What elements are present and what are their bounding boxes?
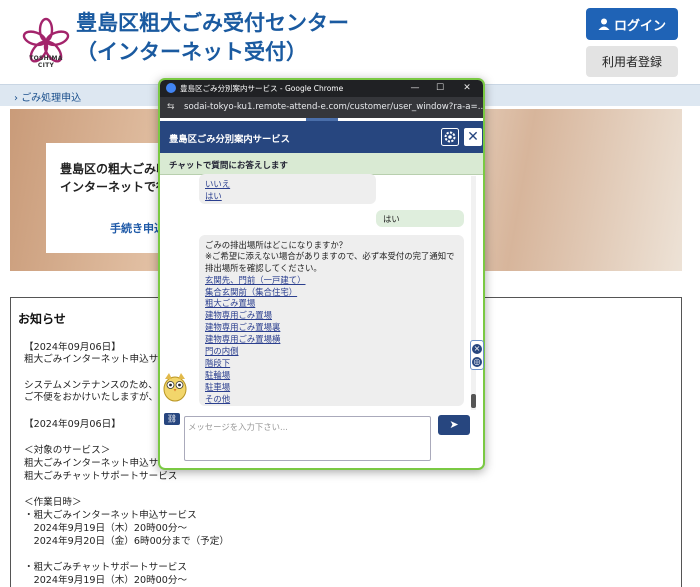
close-circle-icon[interactable]: × [472, 344, 482, 354]
notice-line: ＜対象のサービス＞ [24, 445, 111, 456]
breadcrumb-label: ごみ処理申込 [21, 93, 82, 104]
register-button[interactable]: 利用者登録 [586, 46, 678, 77]
chat-subtitle: チャットで質問にお答えします [169, 161, 288, 171]
window-close-icon[interactable]: ✕ [460, 81, 474, 95]
notice-line: 2024年9月20日（金）6時00分まで（予定） [24, 536, 229, 547]
send-icon: ➤ [449, 418, 459, 431]
breadcrumb-item[interactable]: › ごみ処理申込 [14, 89, 81, 104]
apply-link[interactable]: 手続き申込 [110, 220, 165, 236]
user-icon [598, 18, 610, 30]
link-icon[interactable]: ⛓ [164, 413, 180, 425]
chat-option-link[interactable]: はい [205, 190, 222, 202]
chat-scrollbar[interactable] [471, 176, 476, 410]
bot-question-line: 排出場所を確認してください。 [205, 263, 322, 273]
site-info-icon[interactable]: ⇆ [167, 102, 175, 112]
restore-circle-icon[interactable]: ◎ [472, 357, 482, 367]
login-label: ログイン [613, 18, 666, 34]
address-bar[interactable]: ⇆ sodai-tokyo-ku1.remote-attend-e.com/cu… [160, 97, 483, 118]
gear-icon[interactable] [441, 128, 459, 146]
side-controls: × ◎ [470, 340, 484, 370]
chat-option-link[interactable]: 建物専用ごみ置場 [205, 309, 272, 321]
notice-line: ＜作業日時＞ [24, 497, 82, 508]
notice-line: ・粗大ごみチャットサポートサービス [24, 562, 187, 573]
chat-option-link[interactable]: 粗大ごみ置場 [205, 297, 255, 309]
notice-line: 粗大ごみチャットサポートサービス [24, 471, 178, 482]
chrome-favicon-icon [166, 83, 176, 93]
maximize-icon[interactable]: ☐ [433, 81, 447, 95]
chat-scroll-thumb[interactable] [471, 394, 476, 408]
notice-title: お知らせ [18, 312, 66, 326]
site-header: TOSHIMA CITY 豊島区粗大ごみ受付センター （インターネット受付） ロ… [0, 0, 700, 84]
chat-option-link[interactable]: その他 [205, 393, 230, 405]
notice-line: 粗大ごみインターネット申込サー [24, 354, 168, 365]
chat-option-link[interactable]: 駐車場 [205, 381, 230, 393]
chat-option-link[interactable]: 門の内側 [205, 345, 239, 357]
notice-line: 粗大ごみインターネット申込サー [24, 458, 168, 469]
notice-line: ご不便をおかけいたしますが、何 [24, 392, 168, 403]
chat-close-icon[interactable]: ✕ [464, 128, 482, 146]
site-title-line1: 豊島区粗大ごみ受付センター [76, 11, 349, 35]
hero-text-line1: 豊島区の粗大ごみ収 [60, 162, 169, 176]
minimize-icon[interactable]: — [408, 81, 422, 95]
chat-option-link[interactable]: 建物専用ごみ置場裏 [205, 321, 280, 333]
chat-option-link[interactable]: 駐輪場 [205, 369, 230, 381]
bot-question-line: ※ご希望に添えない場合がありますので、必ず本受付の完了通知で [205, 251, 455, 261]
chevron-right-icon: › [14, 93, 18, 104]
notice-line: ・粗大ごみインターネット申込サービス [24, 510, 197, 521]
chat-subheader: チャットで質問にお答えします [160, 153, 483, 175]
chat-header: 豊島区ごみ分別案内サービス ✕ [160, 121, 483, 153]
user-message-text: はい [383, 214, 400, 224]
chrome-title-bar[interactable]: 豊島区ごみ分別案内サービス - Google Chrome — ☐ ✕ [160, 80, 483, 97]
notice-line: 【2024年09月06日】 [24, 419, 121, 430]
send-button[interactable]: ➤ [438, 415, 470, 435]
notice-line: 2024年9月19日（木）20時00分～ [24, 523, 188, 534]
chat-option-link[interactable]: 玄関先、門前（一戸建て） [205, 274, 306, 286]
chat-option-link[interactable]: いいえ [205, 178, 230, 190]
chat-title: 豊島区ごみ分別案内サービス [169, 134, 290, 145]
notice-line: 2024年9月19日（木）20時00分～ [24, 575, 188, 586]
chat-option-link[interactable]: 階段下 [205, 357, 230, 369]
login-button[interactable]: ログイン [586, 8, 678, 40]
chrome-window-title: 豊島区ごみ分別案内サービス - Google Chrome [180, 84, 344, 93]
mascot-owl-icon [163, 373, 187, 402]
chat-option-link[interactable]: 建物専用ごみ置場横 [205, 333, 280, 345]
logo-text: TOSHIMA CITY [29, 55, 63, 69]
message-placeholder: メッセージを入力下さい... [188, 422, 288, 432]
site-title-line2: （インターネット受付） [76, 40, 307, 64]
url-text: sodai-tokyo-ku1.remote-attend-e.com/cust… [184, 102, 485, 112]
site-title: 豊島区粗大ごみ受付センター （インターネット受付） [76, 9, 349, 67]
